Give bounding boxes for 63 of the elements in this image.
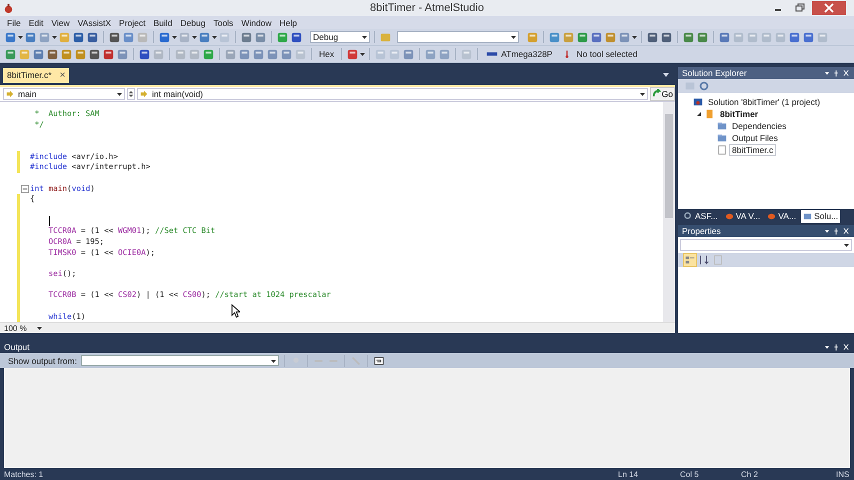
tomato-icon — [724, 212, 734, 220]
file-icon — [717, 145, 727, 155]
insert-mode: INS — [836, 470, 850, 479]
menu-item[interactable]: Help — [276, 18, 302, 28]
splitter-icon[interactable] — [127, 88, 135, 100]
panel-buttons-icon[interactable] — [824, 343, 850, 351]
expander-icon[interactable] — [696, 111, 702, 117]
configuration-dropdown[interactable]: Debug — [310, 31, 370, 43]
panel-tab[interactable]: VA... — [765, 210, 798, 222]
menu-item[interactable]: Debug — [176, 18, 210, 28]
close-tab-button[interactable]: × — [60, 70, 66, 81]
tree-item[interactable]: 8bitTimer — [718, 109, 760, 119]
menu-item[interactable]: Window — [237, 18, 276, 28]
hex-button[interactable]: Hex — [316, 49, 338, 59]
panel-tab[interactable]: ASF... — [682, 210, 720, 222]
go-button[interactable]: Go — [650, 86, 675, 101]
panel-title: Solution Explorer — [682, 68, 747, 78]
arrow-icon — [140, 90, 148, 98]
column-number: Col 5 — [680, 470, 699, 479]
panel-buttons-icon[interactable] — [824, 69, 850, 77]
arrow-icon — [6, 90, 14, 98]
go-arrow-icon — [652, 89, 661, 98]
categorized-icon[interactable] — [684, 254, 696, 266]
tree-item[interactable]: Dependencies — [730, 121, 788, 131]
dropdown-icon[interactable] — [663, 72, 669, 78]
show-output-label: Show output from: — [8, 356, 77, 366]
search-icon — [684, 212, 693, 220]
menu-item[interactable]: View — [47, 18, 74, 28]
refresh-icon[interactable] — [698, 80, 710, 92]
document-tab[interactable]: 8bitTimer.c* × — [3, 68, 70, 83]
panel-tab[interactable]: Solu... — [801, 210, 840, 222]
app-icon — [3, 2, 14, 14]
panel-tab[interactable]: VA V... — [722, 210, 762, 222]
menu-item[interactable]: File — [3, 18, 25, 28]
mouse-pointer-icon — [231, 304, 240, 318]
tree-item[interactable]: Solution '8bitTimer' (1 project) — [706, 97, 822, 107]
device-icon — [486, 50, 498, 58]
zoom-dropdown[interactable]: 100 % — [0, 322, 44, 334]
panel-buttons-icon[interactable] — [824, 227, 850, 235]
tomato-icon — [767, 212, 776, 220]
menu-item[interactable]: Project — [115, 18, 150, 28]
char-number: Ch 2 — [741, 470, 758, 479]
collapse-icon[interactable] — [21, 184, 29, 193]
tree-item[interactable]: Output Files — [730, 133, 780, 143]
close-icon[interactable] — [812, 1, 846, 15]
tree-item[interactable]: 8bitTimer.c — [730, 145, 776, 155]
panel-title: Properties — [682, 226, 721, 236]
menu-item[interactable]: Tools — [209, 18, 238, 28]
panel-title: Output — [4, 342, 30, 352]
line-number: Ln 14 — [618, 470, 638, 479]
word-wrap-icon[interactable] — [372, 354, 385, 366]
menu-item[interactable]: Build — [150, 18, 176, 28]
menu-item[interactable]: Edit — [24, 18, 48, 28]
menu-item[interactable]: VAssistX — [74, 18, 116, 28]
sort-icon[interactable] — [698, 254, 710, 266]
function-dropdown[interactable]: int main(void) — [137, 88, 648, 100]
device-button[interactable]: ATmega328P — [482, 49, 556, 59]
status-message: Matches: 1 — [4, 470, 44, 479]
window-title: 8bitTimer - AtmelStudio — [370, 2, 484, 14]
project-icon — [705, 109, 715, 119]
tool-button[interactable]: No tool selected — [557, 49, 642, 59]
scope-dropdown[interactable]: main — [3, 88, 125, 100]
scrollbar[interactable] — [663, 102, 675, 322]
